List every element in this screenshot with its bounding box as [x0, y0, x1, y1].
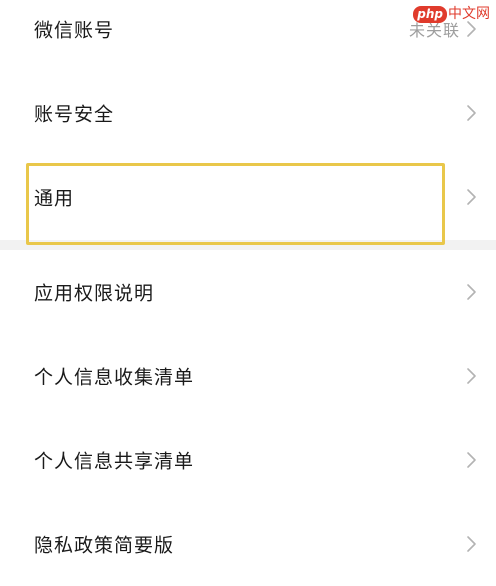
settings-item-privacy-policy-summary[interactable]: 隐私政策简要版	[0, 502, 496, 586]
settings-item-personal-info-shared[interactable]: 个人信息共享清单	[0, 418, 496, 502]
site-watermark: php 中文网	[413, 4, 490, 24]
settings-item-label: 个人信息收集清单	[34, 366, 195, 389]
settings-item-app-permissions[interactable]: 应用权限说明	[0, 250, 496, 334]
settings-item-label: 通用	[34, 187, 75, 210]
chevron-right-icon	[464, 535, 478, 553]
settings-item-label: 隐私政策简要版	[34, 534, 175, 557]
settings-item-label: 个人信息共享清单	[34, 450, 195, 473]
watermark-logo: php	[413, 5, 447, 23]
settings-item-label: 账号安全	[34, 103, 115, 126]
section-divider	[0, 240, 496, 250]
settings-item-label: 微信账号	[34, 19, 115, 42]
settings-item-label: 应用权限说明	[34, 282, 155, 305]
chevron-right-icon	[464, 367, 478, 385]
settings-item-personal-info-collected[interactable]: 个人信息收集清单	[0, 334, 496, 418]
chevron-right-icon	[464, 104, 478, 122]
settings-item-account-security[interactable]: 账号安全	[0, 71, 496, 155]
watermark-text: 中文网	[448, 6, 490, 22]
chevron-right-icon	[464, 188, 478, 206]
settings-item-general[interactable]: 通用	[0, 155, 496, 239]
chevron-right-icon	[464, 451, 478, 469]
chevron-right-icon	[464, 283, 478, 301]
